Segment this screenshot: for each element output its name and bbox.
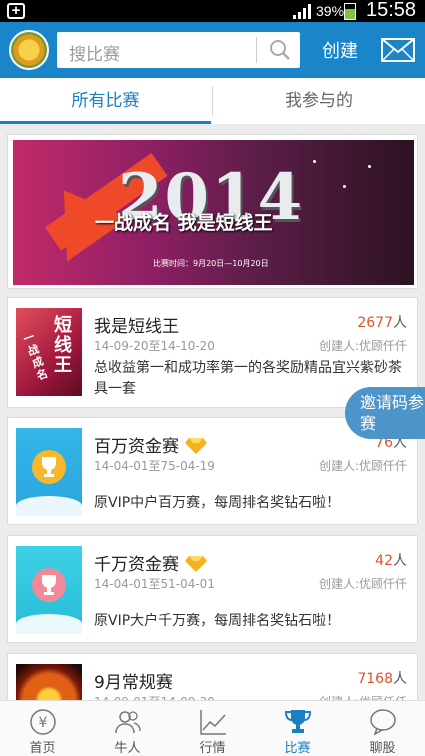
contest-thumbnail [16, 546, 82, 634]
chat-icon [370, 709, 396, 736]
tab-bar: 所有比赛 我参与的 [0, 78, 425, 124]
tab-all-contests[interactable]: 所有比赛 [0, 78, 211, 124]
nav-market[interactable]: 行情 [170, 701, 255, 756]
cloud-decoration [16, 496, 82, 516]
nav-contests[interactable]: 比赛 [255, 701, 340, 756]
diamond-icon [185, 556, 207, 572]
contest-dates: 14-04-01至51-04-01 [94, 577, 215, 591]
participant-count: 7168人 [357, 671, 407, 687]
nav-chat[interactable]: 聊股 [340, 701, 425, 756]
sparkle [343, 185, 346, 188]
contest-dates: 14-04-01至75-04-19 [94, 459, 215, 473]
nav-label: 牛人 [114, 741, 141, 756]
search-input[interactable]: 搜比赛 [69, 40, 120, 65]
people-icon [115, 711, 141, 734]
contest-creator: 创建人:优顾仟仟 [318, 577, 407, 591]
contest-description: 原VIP大户千万赛，每周排名奖钻石啦！ [94, 613, 341, 629]
thumbnail-text: 一战成名 [21, 330, 50, 383]
contest-description: 原VIP中户百万赛，每周排名奖钻石啦！ [94, 495, 341, 511]
participant-count: 2677人 [357, 315, 407, 331]
signal-icon [293, 4, 311, 19]
chart-icon [200, 710, 226, 735]
trophy-badge [32, 450, 66, 484]
contest-title: 千万资金赛 [94, 550, 207, 575]
trophy-badge [32, 568, 66, 602]
avatar[interactable] [9, 30, 49, 70]
contest-dates: 14-09-20至14-10-20 [94, 339, 215, 353]
nav-label: 聊股 [369, 741, 396, 756]
nav-label: 比赛 [284, 741, 311, 756]
nav-experts[interactable]: 牛人 [85, 701, 170, 756]
nav-label: 首页 [29, 741, 56, 756]
contest-title: 百万资金赛 [94, 432, 207, 457]
mail-icon[interactable] [381, 38, 415, 62]
participant-count: 42人 [375, 553, 407, 569]
battery-icon [344, 3, 356, 20]
nav-home[interactable]: ¥ 首页 [0, 701, 85, 756]
cloud-decoration [16, 614, 82, 634]
search-icon[interactable] [269, 39, 291, 61]
yuan-icon: ¥ [30, 709, 56, 735]
promo-banner[interactable]: 2014 一战成名 我是短线王 比赛时间：9月20日—10月20日 [13, 140, 414, 285]
sparkle [313, 160, 316, 163]
sparkle [368, 165, 371, 168]
status-bar: + 39% 15:58 [0, 0, 425, 22]
contest-thumbnail: 短线王 一战成名 [16, 308, 82, 396]
bottom-nav: ¥ 首页 牛人 行情 比赛 聊股 [0, 700, 425, 756]
contest-title: 9月常规赛 [94, 673, 173, 693]
tab-my-contests[interactable]: 我参与的 [213, 78, 425, 124]
banner-period: 比赛时间：9月20日—10月20日 [153, 259, 269, 268]
invite-code-button[interactable]: 邀请码参赛 [345, 387, 425, 439]
contest-creator: 创建人:优顾仟仟 [318, 459, 407, 473]
banner-slogan: 一战成名 我是短线王 [95, 212, 273, 234]
contest-title: 我是短线王 [94, 317, 179, 337]
add-notification-icon: + [7, 3, 25, 19]
app-header: 搜比赛 创建 [0, 22, 425, 78]
contest-thumbnail [16, 428, 82, 516]
svg-text:¥: ¥ [39, 715, 48, 731]
thumbnail-text: 短线王 [54, 315, 72, 376]
nav-label: 行情 [199, 741, 226, 756]
contest-creator: 创建人:优顾仟仟 [318, 339, 407, 353]
create-button[interactable]: 创建 [322, 37, 358, 63]
clock: 15:58 [366, 0, 417, 21]
trophy-icon [284, 710, 312, 733]
banner-card[interactable]: 2014 一战成名 我是短线王 比赛时间：9月20日—10月20日 [7, 134, 418, 289]
search-divider [256, 37, 257, 63]
search-box[interactable]: 搜比赛 [57, 32, 300, 68]
contest-card[interactable]: 千万资金赛 42人 14-04-01至51-04-01 创建人:优顾仟仟 原VI… [7, 535, 418, 643]
diamond-icon [185, 438, 207, 454]
battery-percent: 39% [316, 3, 345, 19]
